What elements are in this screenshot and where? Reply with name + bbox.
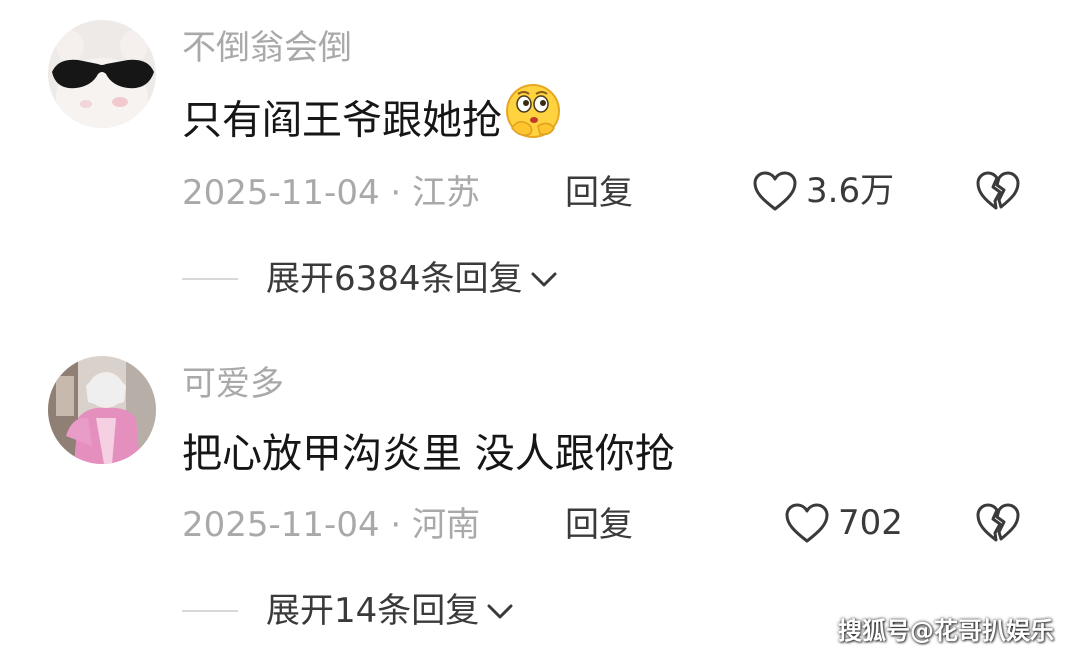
chevron-down-icon <box>487 604 513 619</box>
broken-heart-icon <box>976 503 1020 542</box>
like-button[interactable]: 702 <box>784 502 903 544</box>
watermark: 搜狐号@花哥扒娱乐 <box>838 617 1054 645</box>
heart-outline-icon <box>785 503 829 543</box>
comment-item: 可爱多 把心放甲沟炎里 没人跟你抢 2025-11-04 · 河南 回复 702… <box>0 0 1080 655</box>
expand-replies-label: 展开14条回复 <box>266 591 480 631</box>
comment-date-location: 2025-11-04 · 河南 <box>182 505 481 545</box>
expand-replies[interactable]: 展开14条回复 <box>182 594 515 628</box>
divider <box>182 610 238 612</box>
like-count: 702 <box>838 503 903 543</box>
dislike-button[interactable] <box>975 502 1021 548</box>
username[interactable]: 可爱多 <box>182 367 284 401</box>
avatar[interactable] <box>48 356 156 464</box>
reply-button[interactable]: 回复 <box>565 508 633 542</box>
comment-text: 把心放甲沟炎里 没人跟你抢 <box>182 431 675 477</box>
